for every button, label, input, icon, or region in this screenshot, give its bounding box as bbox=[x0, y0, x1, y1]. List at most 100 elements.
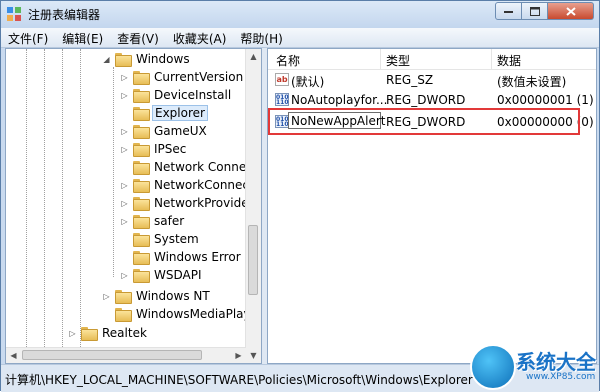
tree-item-label: CurrentVersion bbox=[154, 70, 244, 84]
folder-icon bbox=[115, 289, 132, 304]
watermark-logo-icon bbox=[470, 344, 516, 390]
tree-item[interactable]: ▷ DeviceInstall bbox=[120, 86, 233, 104]
expander-icon[interactable]: ◢ bbox=[102, 55, 111, 64]
registry-editor-window: 注册表编辑器 文件(F) 编辑(E) 查看(V) 收藏夹(A) 帮助(H) ◢ bbox=[0, 0, 600, 392]
menu-bar: 文件(F) 编辑(E) 查看(V) 收藏夹(A) 帮助(H) bbox=[1, 28, 599, 48]
expander-icon[interactable]: ▷ bbox=[120, 217, 129, 226]
tree-item-label: IPSec bbox=[154, 142, 187, 156]
regedit-app-icon bbox=[7, 7, 21, 21]
column-divider[interactable] bbox=[380, 49, 381, 69]
expander-icon[interactable]: ▷ bbox=[120, 73, 129, 82]
folder-icon bbox=[115, 52, 132, 67]
tree-item[interactable]: ▷ CurrentVersion bbox=[120, 68, 245, 86]
scroll-right-icon[interactable]: ▶ bbox=[231, 348, 246, 363]
tree-item[interactable]: ▷ Realtek bbox=[68, 324, 149, 342]
tree-item[interactable]: System bbox=[120, 230, 201, 248]
expander-icon[interactable]: ▷ bbox=[68, 329, 77, 338]
tree-item[interactable]: ▷ Windows NT bbox=[102, 287, 212, 305]
watermark: 系统大全 www.XP85.com bbox=[468, 342, 598, 390]
tree-item[interactable]: ▷ NetworkProvider bbox=[120, 194, 256, 212]
folder-icon bbox=[133, 178, 150, 193]
tree-vertical-scrollbar[interactable]: ▲ ▼ bbox=[245, 49, 261, 363]
title-bar[interactable]: 注册表编辑器 bbox=[1, 1, 599, 28]
folder-icon bbox=[133, 160, 150, 175]
tree-item[interactable]: ▷ NetworkConnectiv bbox=[120, 176, 261, 194]
menu-view[interactable]: 查看(V) bbox=[110, 28, 166, 47]
minimize-button[interactable] bbox=[495, 2, 522, 20]
tree-item[interactable]: ▷ IPSec bbox=[120, 140, 188, 158]
tree-item-selected[interactable]: Explorer bbox=[120, 104, 208, 122]
tree-item-label: WindowsMediaPlaye bbox=[136, 307, 259, 321]
column-header-name[interactable]: 名称 bbox=[276, 52, 300, 69]
scrollbar-thumb[interactable] bbox=[22, 350, 202, 360]
folder-icon bbox=[133, 124, 150, 139]
tree-guide-line bbox=[80, 49, 81, 349]
folder-icon bbox=[133, 214, 150, 229]
folder-icon bbox=[133, 70, 150, 85]
string-value-icon: ab bbox=[275, 73, 289, 86]
tree-item[interactable]: ▷ GameUX bbox=[120, 122, 209, 140]
value-name: (默认) bbox=[291, 75, 325, 89]
scroll-down-icon[interactable]: ▼ bbox=[246, 348, 261, 363]
column-header-data[interactable]: 数据 bbox=[497, 52, 521, 69]
column-header-row: 名称 类型 数据 bbox=[268, 49, 596, 70]
expander-icon[interactable]: ▷ bbox=[120, 145, 129, 154]
menu-help[interactable]: 帮助(H) bbox=[233, 28, 289, 47]
tree-item-label: Network Connect bbox=[154, 160, 258, 174]
expander-icon[interactable]: ▷ bbox=[120, 181, 129, 190]
tree-item-label: System bbox=[154, 232, 199, 246]
values-list-pane[interactable]: 名称 类型 数据 ab (默认) REG_SZ (数值未设置) 010 110 N… bbox=[267, 48, 597, 364]
tree-item-label: NetworkProvider bbox=[154, 196, 254, 210]
minimize-icon bbox=[504, 10, 513, 13]
value-type: REG_DWORD bbox=[386, 93, 466, 107]
tree-item-label: Explorer bbox=[152, 105, 208, 121]
dword-value-icon: 010 110 bbox=[275, 93, 289, 106]
expander-icon[interactable]: ▷ bbox=[120, 91, 129, 100]
expander-icon[interactable]: ▷ bbox=[120, 199, 129, 208]
value-data: 0x00000001 (1) bbox=[497, 93, 594, 107]
tree-guide-line bbox=[26, 49, 27, 349]
scroll-up-icon[interactable]: ▲ bbox=[246, 49, 261, 64]
menu-file[interactable]: 文件(F) bbox=[1, 28, 55, 47]
close-icon bbox=[565, 6, 576, 16]
column-header-type[interactable]: 类型 bbox=[386, 52, 410, 69]
tree-item[interactable]: Network Connect bbox=[120, 158, 260, 176]
tree-item[interactable]: ▷ WSDAPI bbox=[120, 266, 204, 284]
maximize-button[interactable] bbox=[522, 2, 548, 20]
tree-item[interactable]: Windows Error Re bbox=[120, 248, 261, 266]
value-row[interactable]: ab (默认) REG_SZ (数值未设置) bbox=[268, 70, 596, 90]
menu-favorites[interactable]: 收藏夹(A) bbox=[166, 28, 234, 47]
folder-icon bbox=[133, 232, 150, 247]
folder-icon bbox=[133, 268, 150, 283]
folder-icon bbox=[115, 307, 132, 322]
folder-icon bbox=[133, 88, 150, 103]
value-type: REG_SZ bbox=[386, 73, 434, 87]
column-divider[interactable] bbox=[491, 49, 492, 69]
folder-icon bbox=[133, 142, 150, 157]
registry-path: 计算机\HKEY_LOCAL_MACHINE\SOFTWARE\Policies… bbox=[5, 373, 473, 387]
tree-horizontal-scrollbar[interactable]: ◀ ▶ bbox=[6, 347, 246, 363]
menu-edit[interactable]: 编辑(E) bbox=[55, 28, 110, 47]
maximize-icon bbox=[529, 6, 540, 16]
scroll-left-icon[interactable]: ◀ bbox=[6, 348, 21, 363]
tree-item-label: Realtek bbox=[102, 326, 147, 340]
close-button[interactable] bbox=[548, 2, 594, 20]
expander-icon[interactable]: ▷ bbox=[120, 271, 129, 280]
tree-item-label: DeviceInstall bbox=[154, 88, 232, 102]
scrollbar-thumb[interactable] bbox=[248, 225, 258, 295]
expander-icon[interactable]: ▷ bbox=[102, 292, 111, 301]
tree-item[interactable]: WindowsMediaPlaye bbox=[102, 305, 260, 323]
value-row[interactable]: 010 110 NoAutoplayfor... REG_DWORD 0x0000… bbox=[268, 90, 596, 110]
tree-guide-line bbox=[113, 67, 114, 277]
key-tree-pane[interactable]: ◢ Windows ▷ CurrentVersion ▷ DeviceInsta… bbox=[5, 48, 262, 364]
value-data: (数值未设置) bbox=[497, 75, 567, 89]
tree-item[interactable]: ▷ safer bbox=[120, 212, 186, 230]
window-controls bbox=[495, 2, 594, 21]
folder-icon bbox=[133, 250, 150, 265]
tree-item-label: WSDAPI bbox=[154, 268, 202, 282]
folder-icon bbox=[133, 196, 150, 211]
expander-icon[interactable]: ▷ bbox=[120, 127, 129, 136]
tree-item-label: safer bbox=[154, 214, 185, 228]
tree-guide-line bbox=[44, 49, 45, 349]
tree-item[interactable]: ◢ Windows bbox=[102, 50, 192, 68]
